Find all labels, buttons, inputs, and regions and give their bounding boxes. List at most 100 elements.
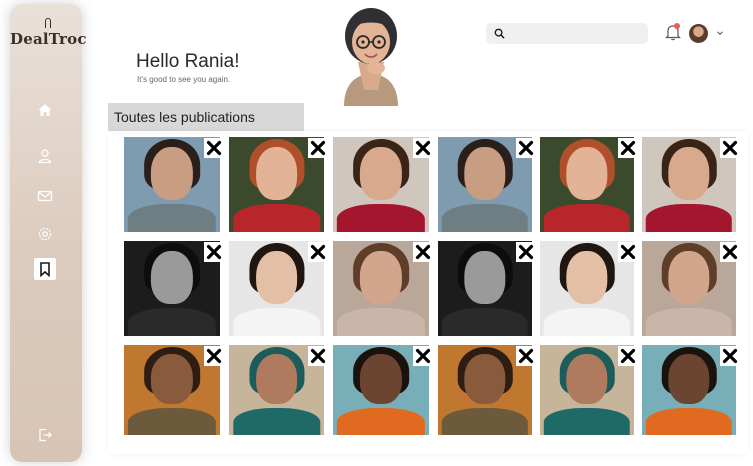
chevron-down-icon[interactable]: [716, 29, 724, 37]
photo-clothing: [441, 203, 529, 232]
notification-badge: [674, 23, 680, 29]
close-icon: [206, 244, 222, 260]
sidebar: DealTroc: [10, 4, 86, 462]
greeting-title: Hello Rania!: [136, 51, 240, 72]
user-avatar[interactable]: [689, 24, 708, 43]
mail-icon: [37, 190, 53, 202]
remove-publication-button[interactable]: [204, 138, 224, 158]
close-icon: [722, 348, 738, 364]
photo-face: [359, 354, 403, 405]
close-icon: [206, 348, 222, 364]
photo-face: [464, 354, 506, 405]
photo-clothing: [441, 408, 529, 435]
photo-clothing: [543, 408, 631, 435]
close-icon: [415, 140, 431, 156]
sidebar-item-messages[interactable]: [34, 185, 56, 207]
photo-face: [566, 146, 608, 200]
hanger-icon: [45, 18, 51, 28]
remove-publication-button[interactable]: [516, 138, 536, 158]
search-icon: [494, 28, 505, 39]
photo-clothing: [336, 408, 426, 435]
home-icon: [38, 104, 52, 116]
sidebar-item-saved[interactable]: [34, 258, 56, 280]
gear-icon: [38, 227, 52, 241]
notifications-button[interactable]: [665, 23, 681, 41]
photo-face: [359, 250, 403, 304]
remove-publication-button[interactable]: [720, 138, 740, 158]
close-icon: [518, 348, 534, 364]
photo-face: [464, 250, 506, 304]
close-icon: [722, 140, 738, 156]
remove-publication-button[interactable]: [308, 138, 328, 158]
photo-clothing: [127, 203, 217, 232]
photo-clothing: [232, 203, 321, 232]
remove-publication-button[interactable]: [204, 242, 224, 262]
remove-publication-button[interactable]: [516, 346, 536, 366]
remove-publication-button[interactable]: [413, 138, 433, 158]
remove-publication-button[interactable]: [618, 138, 638, 158]
close-icon: [310, 348, 326, 364]
photo-face: [150, 354, 194, 405]
photo-face: [255, 146, 298, 200]
remove-publication-button[interactable]: [720, 242, 740, 262]
remove-publication-button[interactable]: [413, 346, 433, 366]
photo-face: [255, 354, 298, 405]
photo-face: [464, 146, 506, 200]
greeting-subtitle: It's good to see you again.: [137, 75, 231, 84]
logout-icon: [39, 428, 52, 442]
photo-clothing: [336, 307, 426, 336]
photo-clothing: [441, 307, 529, 336]
logo-text: DealTroc: [10, 30, 87, 48]
photo-face: [255, 250, 298, 304]
photo-clothing: [645, 408, 733, 435]
remove-publication-button[interactable]: [413, 242, 433, 262]
photo-clothing: [336, 203, 426, 232]
photo-clothing: [127, 408, 217, 435]
photo-face: [566, 250, 608, 304]
remove-publication-button[interactable]: [204, 346, 224, 366]
remove-publication-button[interactable]: [308, 242, 328, 262]
photo-face: [150, 146, 194, 200]
photo-clothing: [232, 408, 321, 435]
close-icon: [620, 244, 636, 260]
close-icon: [206, 140, 222, 156]
photo-clothing: [645, 307, 733, 336]
remove-publication-button[interactable]: [308, 346, 328, 366]
remove-publication-button[interactable]: [618, 346, 638, 366]
close-icon: [722, 244, 738, 260]
remove-publication-button[interactable]: [720, 346, 740, 366]
close-icon: [310, 140, 326, 156]
app-logo[interactable]: DealTroc: [10, 18, 86, 48]
sidebar-item-home[interactable]: [34, 99, 56, 121]
close-icon: [620, 348, 636, 364]
app-window: DealTroc Hello Rania! It's good to see y…: [0, 0, 753, 466]
close-icon: [310, 244, 326, 260]
remove-publication-button[interactable]: [516, 242, 536, 262]
close-icon: [620, 140, 636, 156]
close-icon: [415, 244, 431, 260]
sidebar-item-settings[interactable]: [34, 223, 56, 245]
remove-publication-button[interactable]: [618, 242, 638, 262]
photo-clothing: [127, 307, 217, 336]
photo-clothing: [543, 307, 631, 336]
section-title-text: Toutes les publications: [114, 109, 255, 125]
photo-clothing: [543, 203, 631, 232]
photo-face: [668, 146, 710, 200]
close-icon: [518, 244, 534, 260]
close-icon: [415, 348, 431, 364]
memoji-illustration: [344, 8, 398, 106]
photo-face: [150, 250, 194, 304]
search-bar[interactable]: [486, 23, 648, 44]
search-input[interactable]: [511, 27, 641, 40]
photo-clothing: [645, 203, 733, 232]
logout-button[interactable]: [34, 424, 56, 446]
section-title: Toutes les publications: [108, 103, 304, 131]
sidebar-item-profile[interactable]: [34, 145, 56, 167]
user-icon: [38, 149, 52, 164]
bookmark-icon: [40, 262, 50, 277]
close-icon: [518, 140, 534, 156]
photo-face: [668, 354, 710, 405]
photo-clothing: [232, 307, 321, 336]
photo-face: [566, 354, 608, 405]
photo-face: [668, 250, 710, 304]
